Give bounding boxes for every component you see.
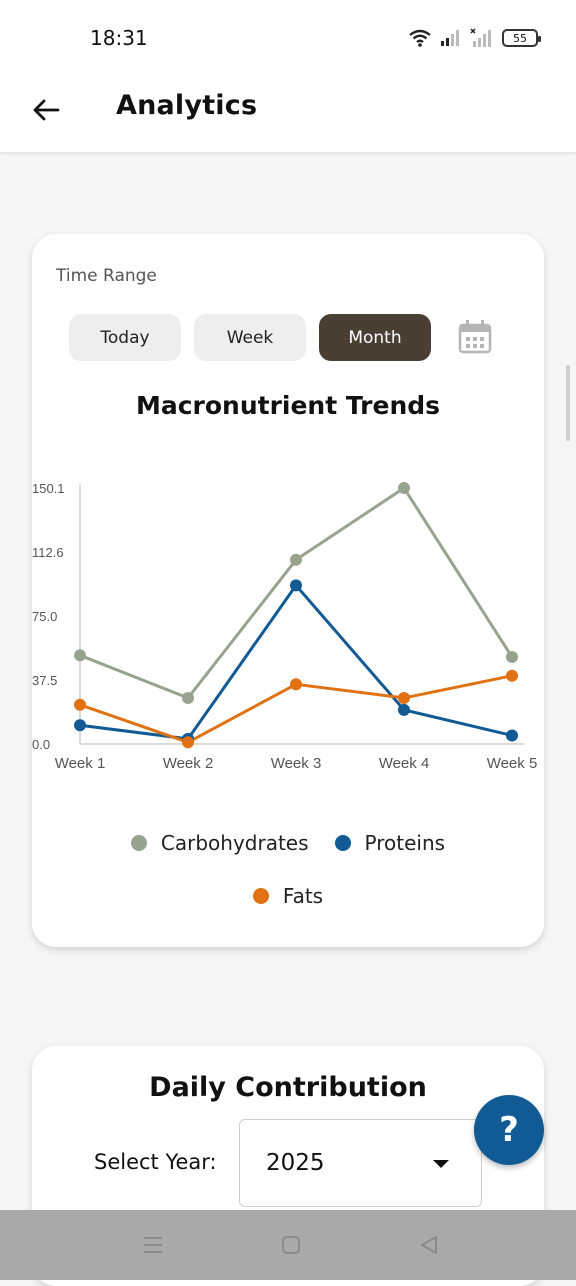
legend-item-proteins[interactable]: Proteins — [334, 831, 446, 855]
y-tick-label: 37.5 — [32, 673, 57, 688]
status-bar: 18:31 55 — [0, 0, 576, 70]
x-tick-label: Week 4 — [379, 755, 430, 772]
help-button[interactable]: ? — [474, 1095, 544, 1165]
calendar-icon[interactable] — [456, 318, 494, 356]
y-tick-label: 0.0 — [32, 737, 50, 752]
data-point-proteins — [74, 719, 86, 732]
x-tick-label: Week 3 — [271, 755, 322, 772]
chart-legend-row-1: Carbohydrates Proteins — [32, 831, 544, 855]
chart-lines — [79, 486, 514, 744]
data-point-carbohydrates — [398, 482, 410, 494]
status-time: 18:31 — [90, 26, 148, 50]
home-button[interactable] — [276, 1230, 306, 1260]
data-point-proteins — [290, 579, 302, 592]
y-tick-label: 150.1 — [32, 481, 65, 496]
legend-item-fats[interactable]: Fats — [252, 884, 324, 908]
data-point-carbohydrates — [506, 651, 518, 664]
macronutrient-line-chart: 150.1 112.6 75.0 37.5 0.0 Week 1 Week 2 Week 3 W… — [32, 481, 538, 772]
data-point-fats — [182, 736, 194, 749]
data-point-proteins — [398, 703, 410, 716]
week-button[interactable]: Week — [194, 314, 306, 361]
signal-icon — [470, 28, 491, 47]
data-point-fats — [506, 669, 518, 682]
x-tick-label: Week 1 — [55, 755, 106, 772]
month-button[interactable]: Month — [319, 314, 431, 361]
year-dropdown[interactable]: 2025 — [239, 1119, 482, 1207]
dropdown-caret-icon — [433, 1160, 449, 1168]
series-line-carbohydrates — [79, 486, 514, 700]
legend-dot-carbohydrates — [130, 835, 147, 851]
data-point-fats — [290, 678, 302, 691]
scrollbar[interactable] — [566, 365, 570, 441]
app-bar: Analytics — [0, 70, 576, 152]
legend-dot-fats — [252, 888, 269, 904]
daily-contribution-title: Daily Contribution — [149, 1072, 427, 1103]
macronutrient-card: Time Range Today Week Month Macronutrien… — [32, 234, 544, 947]
time-range-label: Time Range — [56, 266, 157, 286]
legend-label-proteins: Proteins — [364, 831, 446, 855]
wifi-icon — [409, 29, 431, 47]
select-year-label: Select Year: — [94, 1150, 217, 1174]
chart-points — [74, 482, 518, 749]
data-point-proteins — [506, 729, 518, 742]
back-button[interactable] — [24, 88, 68, 132]
signal-icon — [441, 30, 459, 46]
data-point-fats — [398, 691, 410, 704]
page-title: Analytics — [116, 90, 258, 121]
back-triangle-icon — [421, 1236, 437, 1254]
back-arrow-icon — [33, 99, 60, 121]
series-line-proteins — [79, 583, 513, 741]
legend-dot-proteins — [334, 835, 351, 851]
menu-icon — [144, 1237, 162, 1253]
home-icon — [282, 1236, 300, 1254]
x-tick-label: Week 5 — [487, 755, 538, 772]
chart-legend-row-2: Fats — [32, 884, 544, 908]
year-value: 2025 — [266, 1150, 325, 1176]
chart-title: Macronutrient Trends — [135, 391, 441, 420]
y-tick-label: 112.6 — [32, 545, 64, 560]
data-point-carbohydrates — [182, 691, 194, 704]
chart-axes — [79, 484, 524, 745]
y-tick-label: 75.0 — [32, 609, 57, 624]
today-button[interactable]: Today — [69, 314, 181, 361]
menu-button[interactable] — [138, 1230, 168, 1260]
system-nav-bar — [0, 1210, 576, 1280]
data-point-carbohydrates — [290, 553, 302, 566]
legend-label-carbohydrates: Carbohydrates — [160, 831, 309, 855]
x-tick-label: Week 2 — [163, 755, 214, 772]
system-back-button[interactable] — [414, 1230, 444, 1260]
data-point-fats — [74, 698, 86, 711]
legend-label-fats: Fats — [282, 884, 324, 908]
data-point-carbohydrates — [74, 649, 86, 662]
battery-icon: 55 — [502, 29, 541, 47]
status-icons: 55 — [408, 26, 541, 50]
legend-item-carbohydrates[interactable]: Carbohydrates — [130, 831, 309, 855]
